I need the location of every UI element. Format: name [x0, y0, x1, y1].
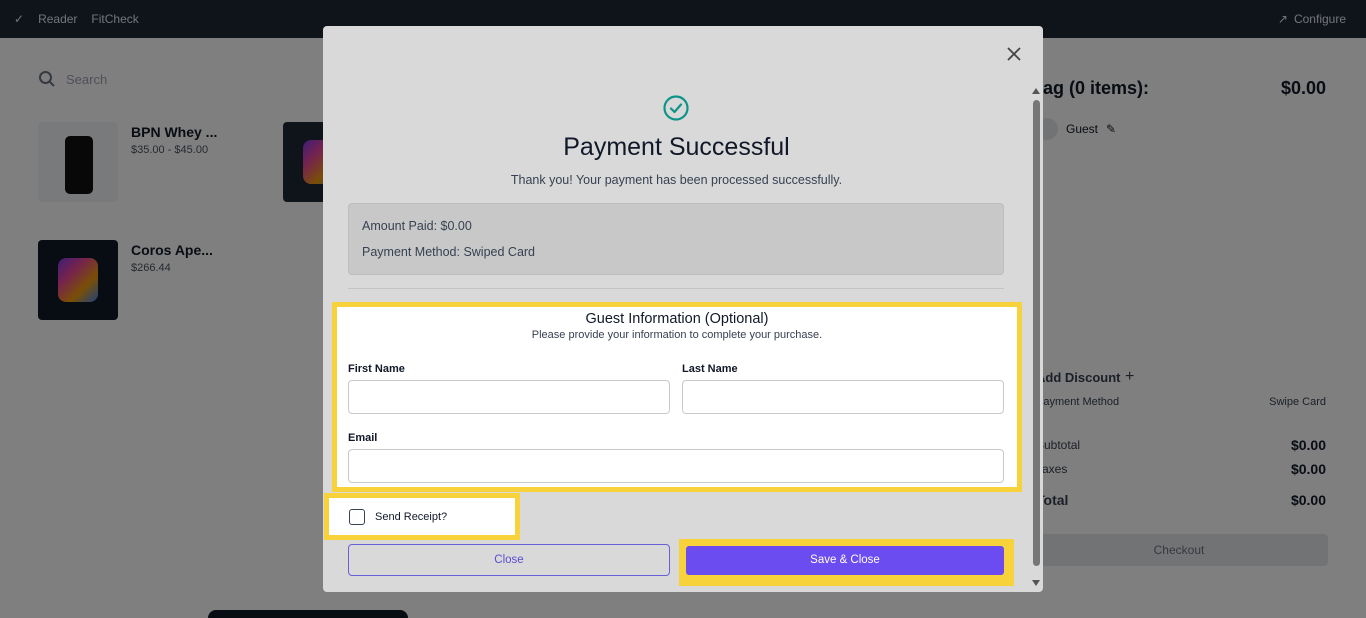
last-name-field[interactable] [682, 380, 1004, 414]
success-check-icon [663, 95, 689, 121]
first-name-field[interactable] [348, 380, 670, 414]
last-name-label: Last Name [682, 363, 738, 375]
close-button[interactable]: Close [348, 544, 670, 576]
divider [348, 288, 1004, 289]
payment-method: Payment Method: Swiped Card [362, 245, 536, 259]
modal-scrollbar[interactable] [1032, 88, 1041, 588]
scroll-up-arrow[interactable] [1032, 88, 1040, 94]
modal-title: Payment Successful [563, 133, 790, 161]
amount-paid: Amount Paid: $0.00 [362, 219, 472, 233]
guest-information-section: Guest Information (Optional) Please prov… [332, 302, 1022, 492]
save-close-highlight: Save & Close [679, 539, 1014, 586]
payment-modal: Payment Successful Thank you! Your payme… [323, 26, 1043, 592]
send-receipt-option[interactable]: Send Receipt? [324, 493, 520, 540]
close-icon[interactable] [1004, 44, 1024, 64]
send-receipt-checkbox[interactable] [349, 508, 365, 525]
save-and-close-button[interactable]: Save & Close [686, 546, 1004, 575]
guest-info-subtitle: Please provide your information to compl… [531, 329, 823, 341]
email-field[interactable] [348, 449, 1004, 483]
send-receipt-label: Send Receipt? [375, 510, 448, 523]
first-name-label: First Name [348, 363, 405, 375]
email-label: Email [348, 432, 378, 444]
guest-info-title: Guest Information (Optional) [585, 311, 769, 327]
payment-summary: Amount Paid: $0.00 Payment Method: Swipe… [348, 203, 1004, 275]
scroll-thumb[interactable] [1033, 100, 1040, 566]
scroll-down-arrow[interactable] [1032, 580, 1040, 586]
modal-subtitle: Thank you! Your payment has been process… [510, 173, 843, 187]
